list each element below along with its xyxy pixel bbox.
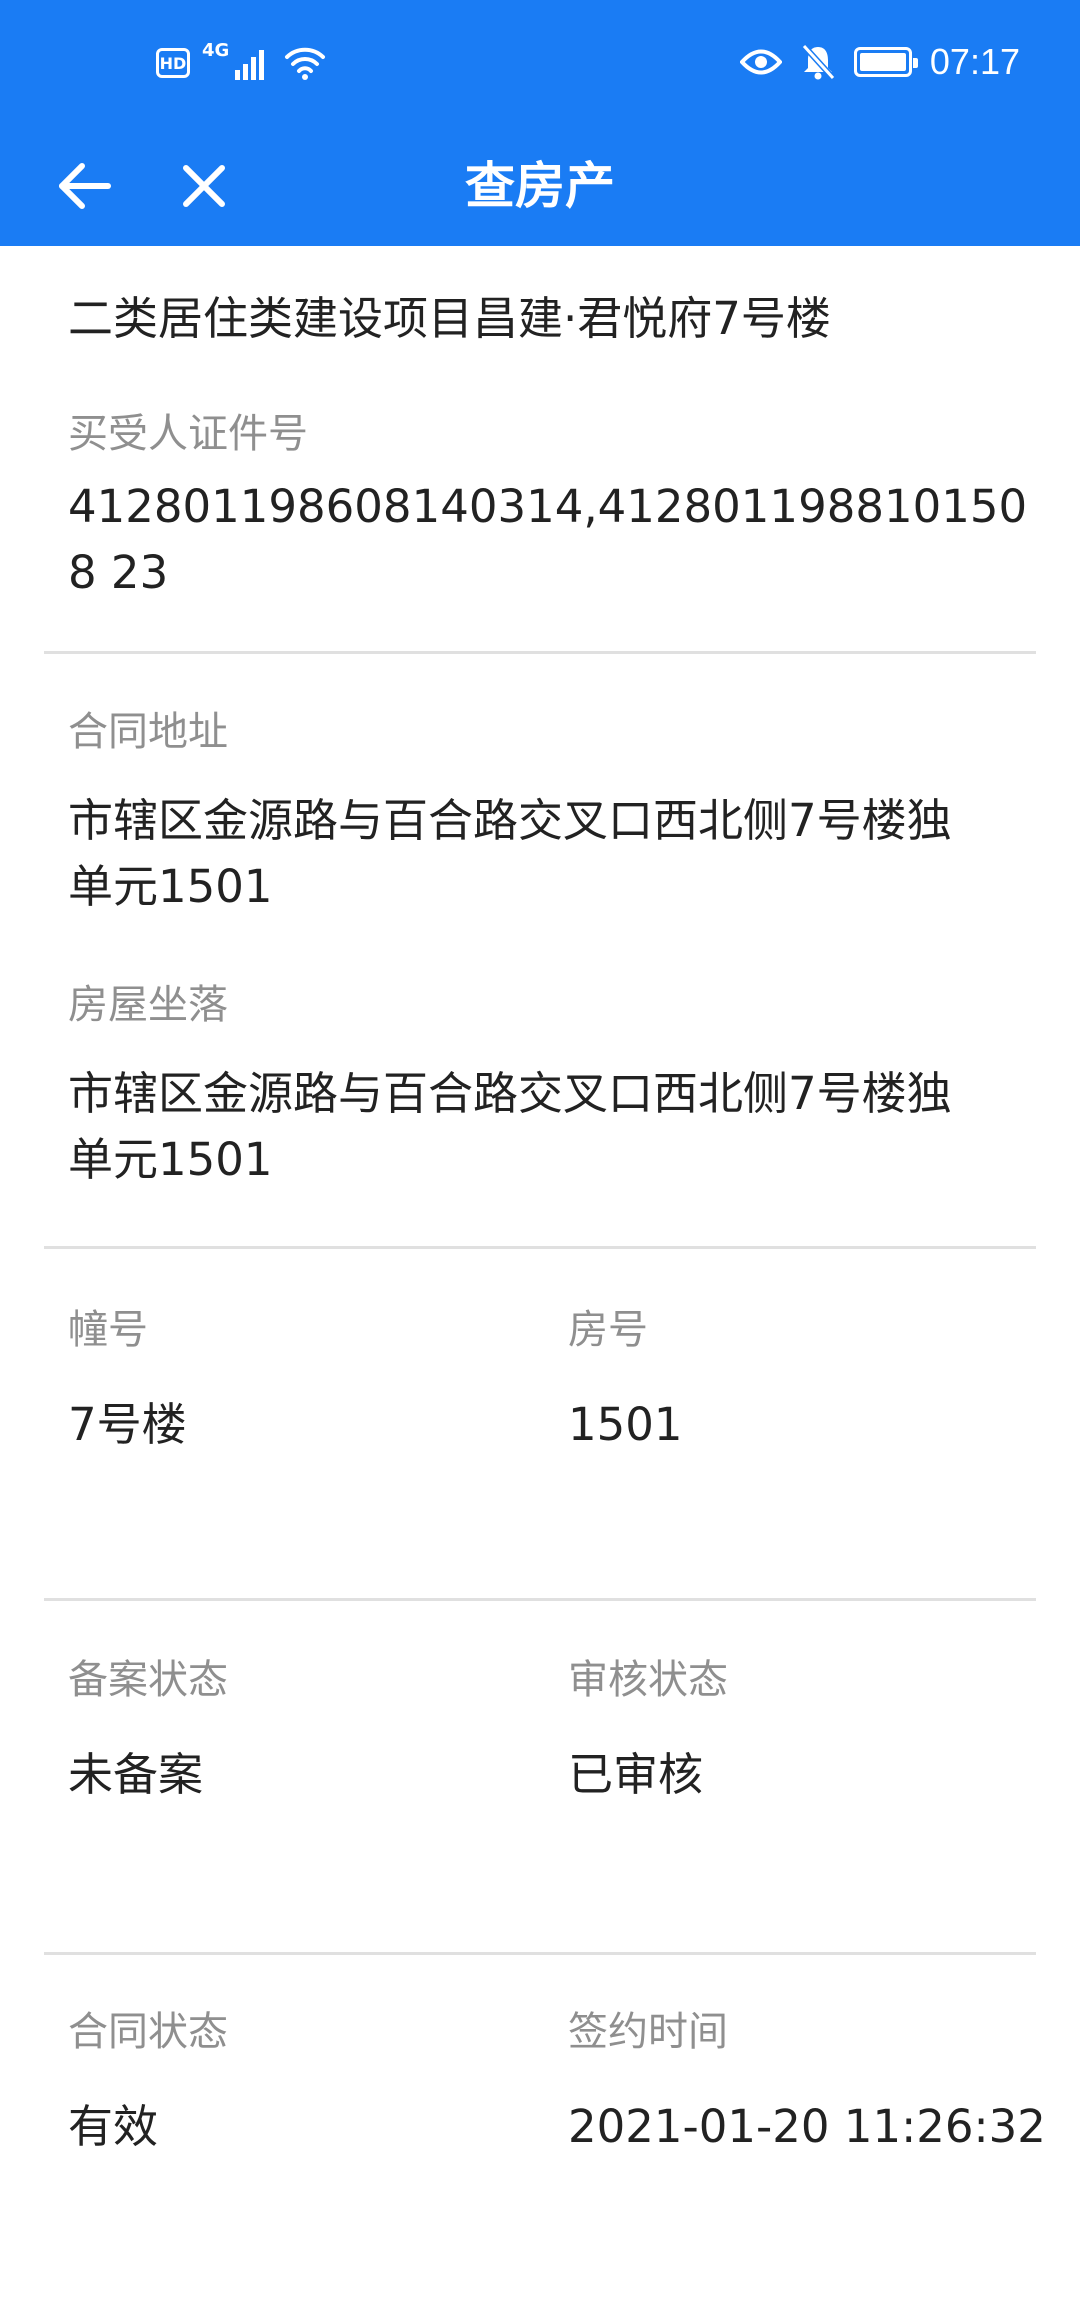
- contract-address-line2: 单元1501: [68, 860, 273, 913]
- app-header: HD 4G 07:17 查房产: [0, 0, 1080, 246]
- divider: [44, 1952, 1036, 1955]
- building-number-field: 幢号 7号楼: [68, 1304, 187, 1458]
- contract-status-value: 有效: [68, 2100, 159, 2153]
- divider: [44, 651, 1036, 654]
- buyer-id-value: 412801198608140314,4128011988101508 23: [68, 480, 1028, 599]
- wifi-icon: [285, 47, 326, 80]
- project-name-row: 二类居住类建设项目昌建·君悦府7号楼: [0, 286, 1080, 352]
- contract-address-label: 合同地址: [68, 709, 228, 755]
- room-number-field: 房号 1501: [568, 1304, 683, 1458]
- back-button[interactable]: [44, 146, 124, 226]
- contract-address-line1: 市辖区金源路与百合路交叉口西北侧7号楼独: [68, 794, 952, 847]
- contract-status-field: 合同状态 有效: [68, 2006, 228, 2160]
- eye-icon: [739, 49, 782, 75]
- status-time: 07:17: [929, 41, 1020, 82]
- divider: [44, 1246, 1036, 1249]
- sign-time-label: 签约时间: [568, 2009, 728, 2055]
- filing-status-field: 备案状态 未备案: [68, 1654, 228, 1808]
- sign-time-field: 签约时间 2021-01-20 11:26:32: [568, 2006, 1046, 2160]
- property-location-line2: 单元1501: [68, 1133, 273, 1186]
- property-location-label: 房屋坐落: [68, 982, 228, 1028]
- review-status-value: 已审核: [568, 1748, 704, 1801]
- network-type-label: 4G: [202, 40, 230, 61]
- close-icon: [183, 165, 225, 207]
- buyer-id-label: 买受人证件号: [68, 411, 308, 457]
- contract-address-row: 合同地址 市辖区金源路与百合路交叉口西北侧7号楼独 单元1501: [0, 706, 1080, 920]
- project-name-value: 二类居住类建设项目昌建·君悦府7号楼: [68, 292, 831, 345]
- room-number-value: 1501: [568, 1398, 683, 1451]
- status-left: HD 4G: [156, 40, 327, 86]
- buyer-id-row: 买受人证件号 412801198608140314,41280119881015…: [0, 408, 1080, 606]
- battery-icon: [853, 47, 918, 77]
- building-number-label: 幢号: [68, 1307, 148, 1353]
- status-right: 07:17: [739, 34, 1020, 90]
- building-number-value: 7号楼: [68, 1398, 187, 1451]
- divider: [44, 1598, 1036, 1601]
- status-bar: HD 4G 07:17: [0, 0, 1080, 126]
- sign-time-value: 2021-01-20 11:26:32: [568, 2100, 1046, 2153]
- arrow-left-icon: [59, 163, 111, 209]
- muted-bell-icon: [801, 43, 836, 81]
- close-button[interactable]: [164, 146, 244, 226]
- hd-badge: HD: [156, 48, 190, 78]
- filing-status-label: 备案状态: [68, 1657, 228, 1703]
- filing-status-value: 未备案: [68, 1748, 204, 1801]
- cellular-signal-icon: [235, 50, 265, 80]
- navigation-bar: 查房产: [0, 126, 1080, 246]
- page-title: 查房产: [465, 157, 615, 215]
- property-location-line1: 市辖区金源路与百合路交叉口西北侧7号楼独: [68, 1067, 952, 1120]
- review-status-field: 审核状态 已审核: [568, 1654, 728, 1808]
- contract-status-label: 合同状态: [68, 2009, 228, 2055]
- property-location-row: 房屋坐落 市辖区金源路与百合路交叉口西北侧7号楼独 单元1501: [0, 979, 1080, 1193]
- review-status-label: 审核状态: [568, 1657, 728, 1703]
- room-number-label: 房号: [568, 1307, 648, 1353]
